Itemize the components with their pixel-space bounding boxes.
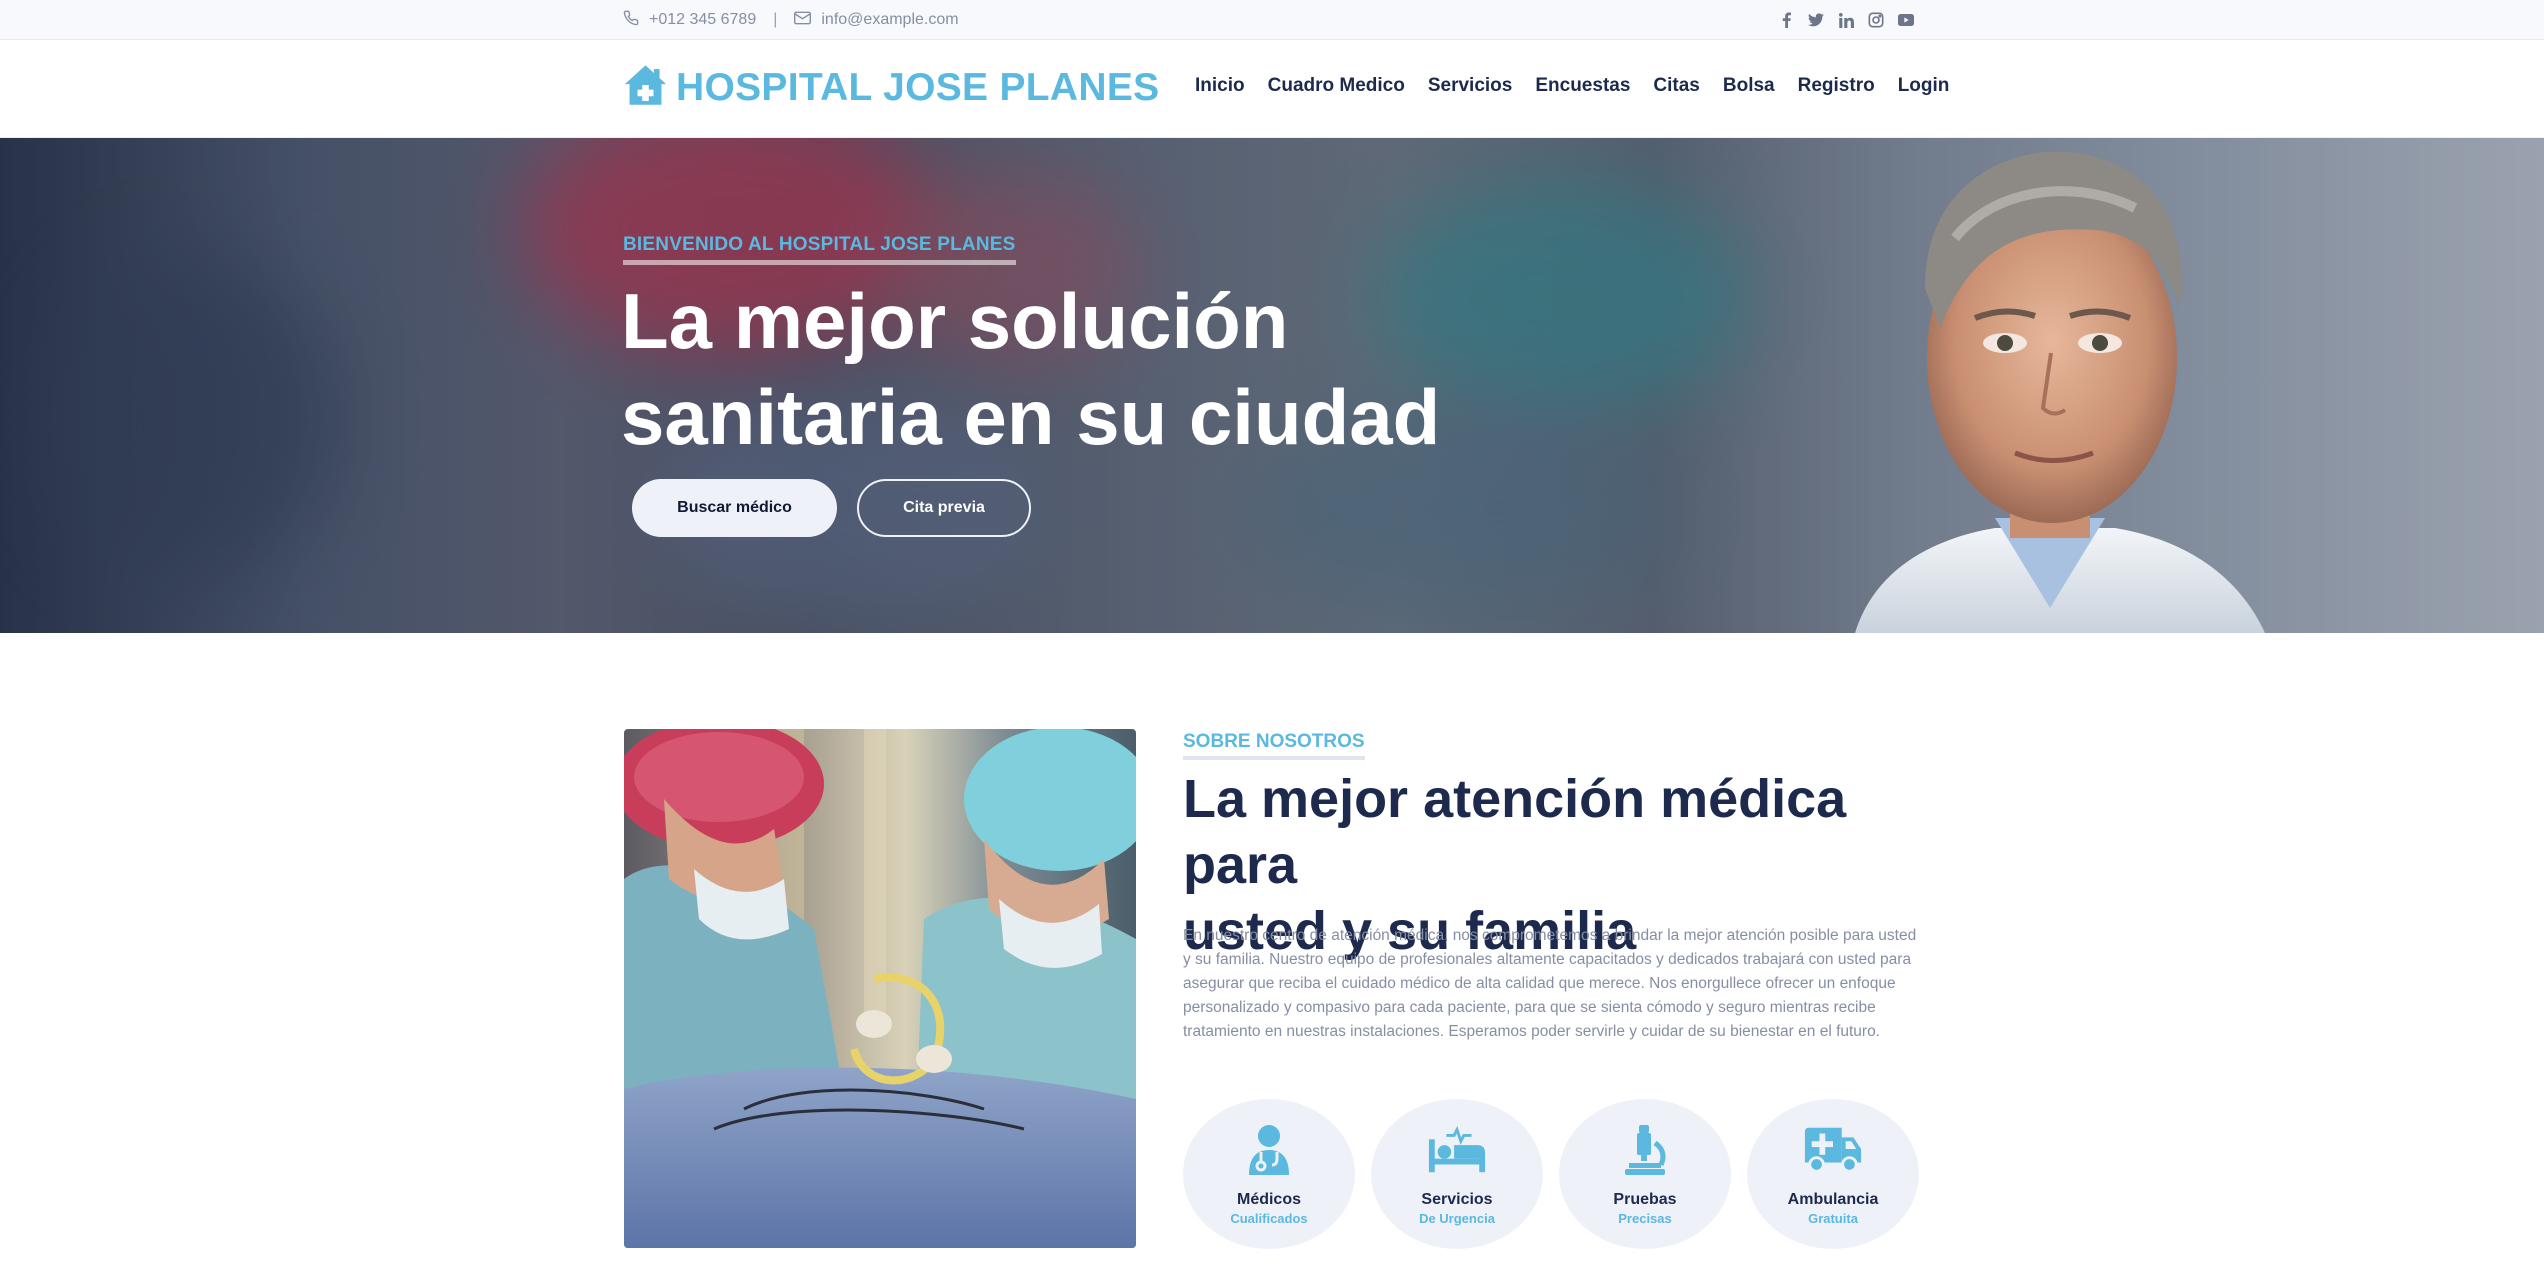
hero-title: La mejor solución sanitaria en su ciudad: [621, 273, 1521, 465]
contact-separator: |: [773, 11, 778, 28]
phone-number: +012 345 6789: [649, 11, 757, 28]
nav-item-citas[interactable]: Citas: [1653, 75, 1699, 97]
nav-item-bolsa[interactable]: Bolsa: [1723, 75, 1775, 97]
nav-item-registro[interactable]: Registro: [1798, 75, 1875, 97]
doctor-icon: [1239, 1119, 1299, 1179]
about-title-line-1: La mejor atención médica para: [1183, 769, 1847, 895]
about-subtitle: SOBRE NOSOTROS: [1183, 731, 1365, 760]
feature-servicios: Servicios De Urgencia: [1371, 1099, 1543, 1249]
doctor-portrait: [1855, 151, 2265, 633]
youtube-icon[interactable]: [1898, 11, 1914, 29]
social-links: [1778, 0, 1914, 40]
feature-title: Servicios: [1421, 1191, 1493, 1208]
nav-item-cuadro-medico[interactable]: Cuadro Medico: [1268, 75, 1405, 97]
nav-item-login[interactable]: Login: [1898, 75, 1950, 97]
brand-logo[interactable]: HOSPITAL JOSE PLANES: [623, 63, 1159, 112]
feature-title: Pruebas: [1613, 1191, 1677, 1208]
feature-medicos: Médicos Cualificados: [1183, 1099, 1355, 1249]
phone-contact[interactable]: +012 345 6789: [623, 10, 756, 31]
nav-item-encuestas[interactable]: Encuestas: [1535, 75, 1630, 97]
email-contact[interactable]: info@example.com: [794, 11, 959, 30]
feature-subtitle: Precisas: [1618, 1211, 1672, 1226]
feature-ambulancia: Ambulancia Gratuita: [1747, 1099, 1919, 1249]
feature-subtitle: De Urgencia: [1419, 1211, 1495, 1226]
hero-subtitle: BIENVENIDO AL HOSPITAL JOSE PLANES: [623, 234, 1016, 265]
feature-subtitle: Cualificados: [1230, 1211, 1308, 1226]
surgery-image: [624, 729, 1136, 1248]
twitter-icon[interactable]: [1808, 11, 1824, 29]
topbar-contact: +012 345 6789 | info@example.com: [623, 0, 959, 40]
facebook-icon[interactable]: [1778, 11, 1794, 29]
nav-item-inicio[interactable]: Inicio: [1195, 75, 1245, 97]
about-description: En nuestro centro de atención médica, no…: [1183, 927, 1917, 1040]
appointment-button[interactable]: Cita previa: [857, 479, 1031, 537]
features-list: Médicos Cualificados Servicios De Urgenc…: [1183, 1099, 1919, 1249]
hero-title-line-1: La mejor solución: [621, 277, 1289, 365]
email-address: info@example.com: [821, 11, 959, 28]
instagram-icon[interactable]: [1868, 11, 1884, 29]
find-doctor-button[interactable]: Buscar médico: [632, 479, 837, 537]
feature-subtitle: Gratuita: [1808, 1211, 1858, 1226]
feature-pruebas: Pruebas Precisas: [1559, 1099, 1731, 1249]
envelope-icon: [794, 11, 812, 30]
hero-title-line-2: sanitaria en su ciudad: [621, 373, 1441, 461]
brand-name: HOSPITAL JOSE PLANES: [676, 65, 1160, 109]
hospital-house-icon: [623, 63, 668, 112]
nav-item-servicios[interactable]: Servicios: [1428, 75, 1513, 97]
microscope-icon: [1615, 1119, 1675, 1179]
feature-title: Ambulancia: [1787, 1191, 1879, 1208]
topbar: +012 345 6789 | info@example.com: [0, 0, 2544, 40]
phone-icon: [623, 10, 639, 31]
linkedin-icon[interactable]: [1838, 11, 1854, 29]
ambulance-icon: [1803, 1119, 1863, 1179]
navbar: HOSPITAL JOSE PLANES Inicio Cuadro Medic…: [0, 41, 2544, 138]
hospital-bed-icon: [1427, 1119, 1487, 1179]
feature-title: Médicos: [1236, 1191, 1301, 1208]
main-nav: Inicio Cuadro Medico Servicios Encuestas…: [1195, 75, 1949, 97]
hero-section: BIENVENIDO AL HOSPITAL JOSE PLANES La me…: [0, 138, 2544, 633]
